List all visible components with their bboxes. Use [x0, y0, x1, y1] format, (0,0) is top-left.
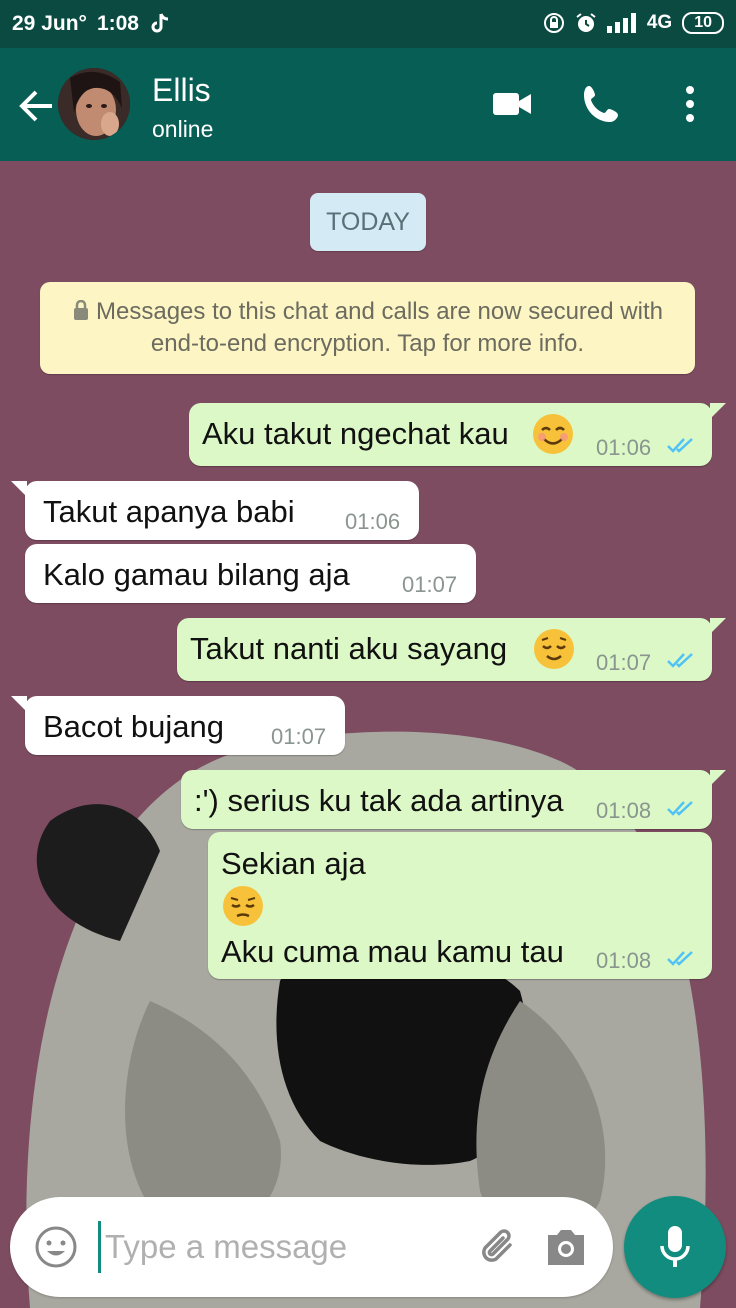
attach-icon[interactable]: [476, 1223, 524, 1271]
chat-area[interactable]: TODAY Messages to this chat and calls ar…: [0, 161, 736, 1308]
message-text: Kalo gamau bilang aja: [43, 557, 350, 592]
more-options-icon[interactable]: [668, 82, 712, 126]
encryption-notice-text: Messages to this chat and calls are now …: [96, 298, 663, 357]
message-composer: [10, 1197, 613, 1297]
message-text: Bacot bujang: [43, 709, 224, 744]
message-time: 01:08: [596, 798, 652, 823]
message-incoming[interactable]: Takut apanya babi 01:06: [11, 481, 419, 540]
camera-icon[interactable]: [544, 1227, 588, 1267]
lock-icon: [74, 300, 89, 320]
message-text: :') serius ku tak ada artinya: [194, 783, 564, 818]
battery-level: 10: [694, 14, 712, 31]
message-text: Takut apanya babi: [43, 494, 295, 529]
message-outgoing[interactable]: Aku takut ngechat kau 01:06: [189, 403, 726, 466]
message-text-line3: Aku cuma mau kamu tau: [221, 934, 564, 969]
status-bar-left: 29 Jun° 1:08: [12, 12, 171, 36]
network-type: 4G: [646, 12, 673, 33]
rotation-lock-icon: [543, 13, 564, 33]
message-incoming[interactable]: Kalo gamau bilang aja 01:07: [25, 544, 476, 603]
emoji-picker-icon[interactable]: [34, 1225, 78, 1269]
status-date: 29 Jun°: [12, 12, 87, 35]
message-outgoing[interactable]: :') serius ku tak ada artinya 01:08: [181, 770, 726, 829]
message-time: 01:07: [271, 724, 327, 749]
message-time: 01:07: [402, 572, 458, 597]
message-incoming[interactable]: Bacot bujang 01:07: [11, 696, 345, 755]
voice-call-icon[interactable]: [580, 82, 624, 126]
message-time: 01:06: [596, 435, 652, 460]
message-text-line1: Sekian aja: [221, 846, 366, 881]
avatar[interactable]: [58, 68, 130, 140]
encryption-notice[interactable]: Messages to this chat and calls are now …: [40, 282, 695, 374]
status-bar: 29 Jun° 1:08 4G 10: [0, 0, 736, 48]
message-input[interactable]: [98, 1221, 458, 1273]
status-time: 1:08: [96, 12, 139, 35]
smiling-face-emoji: [533, 414, 573, 454]
chat-header: Ellis online: [0, 48, 736, 161]
message-text: Aku takut ngechat kau: [202, 416, 509, 451]
read-ticks-icon: [667, 438, 693, 453]
contact-name[interactable]: Ellis: [152, 72, 211, 109]
back-arrow-icon[interactable]: [16, 86, 56, 126]
battery-icon: 10: [682, 12, 724, 34]
voice-record-button[interactable]: [624, 1196, 726, 1298]
message-time: 01:06: [345, 509, 401, 534]
date-chip: TODAY: [310, 193, 426, 251]
video-call-icon[interactable]: [490, 82, 534, 126]
message-outgoing[interactable]: Takut nanti aku sayang 01:07: [177, 618, 726, 681]
tiktok-icon: [151, 13, 169, 33]
read-ticks-icon: [667, 951, 693, 966]
message-outgoing[interactable]: Sekian aja Aku cuma mau kamu tau 01:08: [208, 832, 712, 979]
contact-status: online: [152, 116, 214, 142]
message-time: 01:07: [596, 650, 652, 675]
alarm-icon: [576, 13, 596, 32]
relieved-face-emoji: [534, 629, 574, 669]
signal-icon: [606, 13, 636, 33]
message-text: Takut nanti aku sayang: [190, 631, 508, 666]
read-ticks-icon: [667, 801, 693, 816]
read-ticks-icon: [667, 653, 693, 668]
microphone-icon: [660, 1226, 690, 1267]
message-time: 01:08: [596, 948, 652, 973]
pensive-face-emoji: [223, 886, 263, 926]
status-bar-right: 4G 10: [543, 12, 724, 34]
